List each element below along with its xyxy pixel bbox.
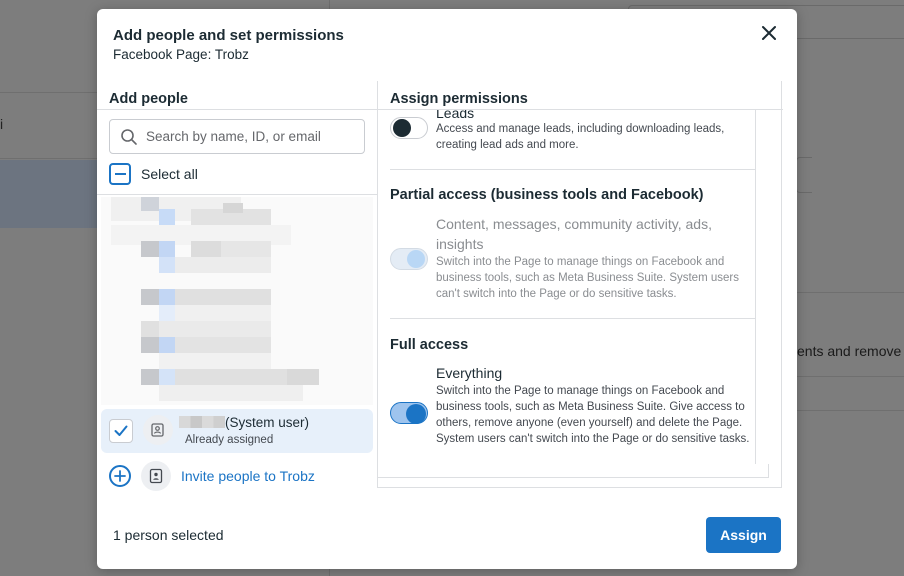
leads-toggle[interactable] <box>390 117 428 139</box>
select-all-label: Select all <box>141 166 198 182</box>
full-access-description: Switch into the Page to manage things on… <box>436 385 750 445</box>
background-divider <box>797 292 904 293</box>
redacted-name <box>179 416 225 428</box>
dialog-title: Add people and set permissions <box>113 27 344 44</box>
divider <box>97 194 377 195</box>
selected-user-row[interactable]: (System user) Already assigned <box>101 409 373 453</box>
invite-label: Invite people to Trobz <box>181 468 315 484</box>
permissions-scroll-area[interactable]: Leads Access and manage leads, including… <box>378 110 756 464</box>
background-divider <box>797 376 904 377</box>
user-status: Already assigned <box>185 434 274 446</box>
partial-access-toggle[interactable] <box>390 248 428 270</box>
full-access-title: Full access <box>390 337 469 353</box>
dialog-subtitle: Facebook Page: Trobz <box>113 47 249 62</box>
system-user-icon <box>151 423 164 437</box>
permissions-list-border <box>378 464 769 478</box>
assign-button[interactable]: Assign <box>706 517 781 553</box>
assign-permissions-heading: Assign permissions <box>390 91 528 107</box>
background-divider <box>797 410 904 411</box>
full-access-toggle[interactable] <box>390 402 428 424</box>
close-icon <box>761 25 777 46</box>
background-divider <box>0 158 97 159</box>
partial-access-permission-name: Content, messages, community activity, a… <box>436 216 712 252</box>
user-name: (System user) <box>179 415 309 430</box>
add-people-dialog: Add people and set permissions Facebook … <box>97 9 797 569</box>
selected-count: 1 person selected <box>113 527 224 543</box>
invite-people-link[interactable]: Invite people to Trobz <box>109 461 315 491</box>
search-field[interactable] <box>109 119 365 154</box>
invite-avatar <box>141 461 171 491</box>
background-button <box>796 157 812 193</box>
system-user-avatar <box>143 415 173 445</box>
add-people-heading: Add people <box>109 91 188 107</box>
background-text: i <box>0 116 4 132</box>
divider <box>390 169 755 170</box>
indeterminate-checkbox-icon <box>109 163 131 185</box>
badge-icon <box>149 468 163 484</box>
select-all-checkbox[interactable]: Select all <box>109 163 198 185</box>
user-type-label: (System user) <box>225 415 310 430</box>
partial-access-description: Switch into the Page to manage things on… <box>436 256 739 300</box>
full-access-permission-name: Everything <box>436 365 503 381</box>
leads-permission-description: Access and manage leads, including downl… <box>436 123 725 151</box>
divider <box>97 109 377 110</box>
divider <box>390 318 755 319</box>
plus-icon <box>109 465 131 487</box>
redacted-people-list <box>101 197 373 405</box>
user-checkbox[interactable] <box>109 419 133 443</box>
background-selected-item <box>0 160 97 228</box>
add-people-panel: Add people Select all <box>97 81 377 499</box>
close-button[interactable] <box>757 23 781 47</box>
background-text: ents and remove t <box>797 343 904 359</box>
partial-access-title: Partial access (business tools and Faceb… <box>390 187 704 203</box>
search-icon <box>120 128 138 146</box>
checkmark-icon <box>114 425 128 436</box>
assign-permissions-panel: Assign permissions Leads Access and mana… <box>377 81 783 488</box>
search-input[interactable] <box>146 129 356 144</box>
